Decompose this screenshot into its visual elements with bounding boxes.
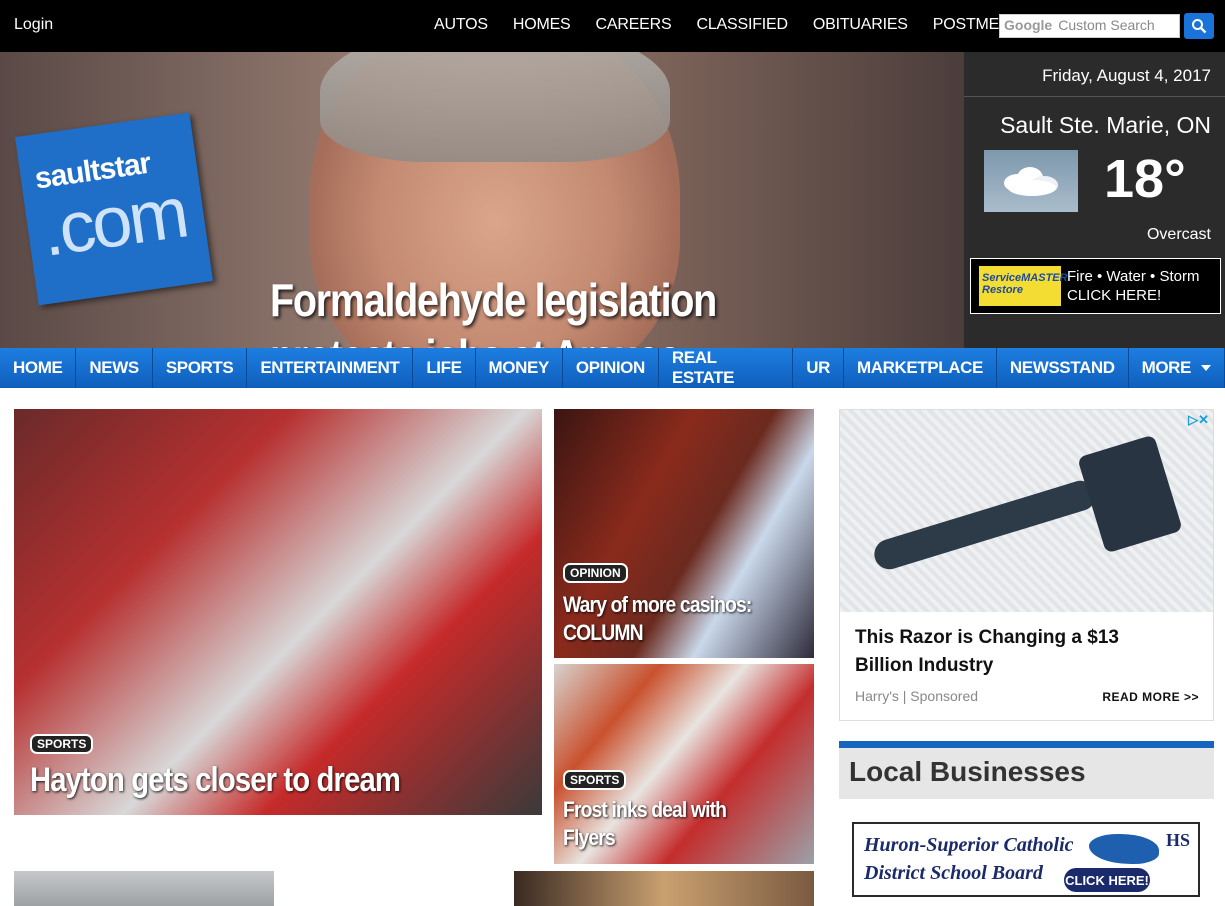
servicemaster-ad[interactable]: ServiceMASTER Restore Fire • Water • Sto… (970, 258, 1221, 314)
razor-handle-shape (870, 477, 1100, 573)
school-board-ad[interactable]: Huron-Superior Catholic District School … (852, 822, 1200, 897)
weather-date: Friday, August 4, 2017 (1042, 66, 1211, 85)
local-businesses-title: Local Businesses (849, 756, 1086, 787)
nav-newsstand[interactable]: NEWSSTAND (997, 348, 1129, 388)
nav-ur[interactable]: UR (793, 348, 844, 388)
nav-entertainment[interactable]: ENTERTAINMENT (247, 348, 414, 388)
story-card-hayton[interactable]: SPORTS Hayton gets closer to dream (14, 409, 542, 815)
nav-life[interactable]: LIFE (413, 348, 476, 388)
story-photo (14, 871, 274, 906)
servicemaster-ad-line2: CLICK HERE! (1067, 287, 1162, 304)
top-nav-classified[interactable]: CLASSIFIED (696, 16, 788, 34)
story-card-partial-right[interactable] (514, 871, 814, 906)
nav-more-label: MORE (1141, 358, 1192, 377)
servicemaster-ad-line1: Fire • Water • Storm (1067, 268, 1200, 285)
search-icon (1192, 19, 1207, 34)
nav-home[interactable]: HOME (0, 348, 77, 388)
ad-image: ▷✕ (840, 410, 1213, 612)
story-tag[interactable]: OPINION (563, 563, 628, 583)
servicemaster-logo: ServiceMASTER Restore (979, 266, 1068, 306)
top-nav-obituaries[interactable]: OBITUARIES (813, 16, 908, 34)
nav-real-estate[interactable]: REAL ESTATE (659, 348, 794, 388)
weather-panel: Friday, August 4, 2017 Sault Ste. Marie,… (964, 52, 1225, 348)
search-button[interactable] (1184, 13, 1214, 39)
search-placeholder: Custom Search (1058, 17, 1155, 33)
top-nav-autos[interactable]: AUTOS (434, 16, 488, 34)
search-input[interactable]: Google Custom Search (999, 14, 1180, 38)
login-link[interactable]: Login (14, 16, 53, 34)
top-nav-careers[interactable]: CAREERS (596, 16, 672, 34)
servicemaster-ad-text: Fire • Water • Storm CLICK HERE! (1067, 267, 1199, 305)
nav-money[interactable]: MONEY (476, 348, 563, 388)
nav-more[interactable]: MORE (1129, 348, 1225, 388)
hero-headline[interactable]: Formaldehyde legislation protects jobs a… (270, 272, 820, 348)
story-card-frost[interactable]: SPORTS Frost inks deal with Flyers (554, 664, 814, 864)
story-card-casinos[interactable]: OPINION Wary of more casinos: COLUMN (554, 409, 814, 658)
story-photo (14, 409, 542, 815)
weather-city[interactable]: Sault Ste. Marie, ON (1000, 112, 1211, 139)
nav-news[interactable]: NEWS (76, 348, 153, 388)
top-nav: AUTOS HOMES CAREERS CLASSIFIED OBITUARIE… (434, 16, 1050, 34)
top-nav-homes[interactable]: HOMES (513, 16, 571, 34)
story-tag[interactable]: SPORTS (30, 734, 94, 754)
story-tag[interactable]: SPORTS (563, 770, 627, 790)
razor-head-shape (1077, 434, 1183, 554)
story-title[interactable]: Wary of more casinos: COLUMN (563, 591, 774, 647)
weather-condition: Overcast (1146, 226, 1211, 243)
local-businesses-accent-bar (839, 741, 1214, 748)
nav-sports[interactable]: SPORTS (153, 348, 248, 388)
school-board-mark: HS (1165, 830, 1190, 850)
story-photo (514, 871, 814, 906)
local-businesses-header: Local Businesses (839, 748, 1214, 799)
weather-temperature: 18° (1104, 149, 1186, 209)
ad-sponsor: Harry's | Sponsored (855, 688, 979, 704)
school-board-click-button[interactable]: CLICK HERE! (1064, 868, 1150, 892)
top-bar: Login AUTOS HOMES CAREERS CLASSIFIED OBI… (0, 0, 1225, 52)
main-nav: HOME NEWS SPORTS ENTERTAINMENT LIFE MONE… (0, 348, 1225, 388)
hero-photo-hair (320, 52, 670, 162)
site-logo[interactable]: saultstar .com (15, 112, 213, 306)
story-title[interactable]: Hayton gets closer to dream (30, 761, 401, 800)
ad-title[interactable]: This Razor is Changing a $13 Billion Ind… (855, 624, 1155, 680)
school-board-ad-line2: District School Board (864, 862, 1043, 884)
search-brand: Google (1004, 17, 1053, 33)
logo-text-bottom: .com (36, 172, 191, 272)
hero-banner[interactable]: saultstar .com Formaldehyde legislation … (0, 52, 964, 348)
story-title[interactable]: Frost inks deal with Flyers (563, 796, 774, 852)
lake-map-icon (1089, 834, 1159, 864)
nav-marketplace[interactable]: MARKETPLACE (844, 348, 997, 388)
adchoices-icon[interactable]: ▷✕ (1188, 412, 1209, 428)
cloud-icon (984, 150, 1078, 212)
nav-opinion[interactable]: OPINION (563, 348, 659, 388)
caret-down-icon (1201, 365, 1211, 371)
school-board-ad-line1: Huron-Superior Catholic (864, 834, 1074, 856)
ad-read-more[interactable]: READ MORE >> (1102, 690, 1199, 704)
sponsored-ad[interactable]: ▷✕ This Razor is Changing a $13 Billion … (839, 409, 1214, 721)
weather-divider (964, 96, 1225, 97)
story-card-partial-left[interactable] (14, 871, 274, 906)
